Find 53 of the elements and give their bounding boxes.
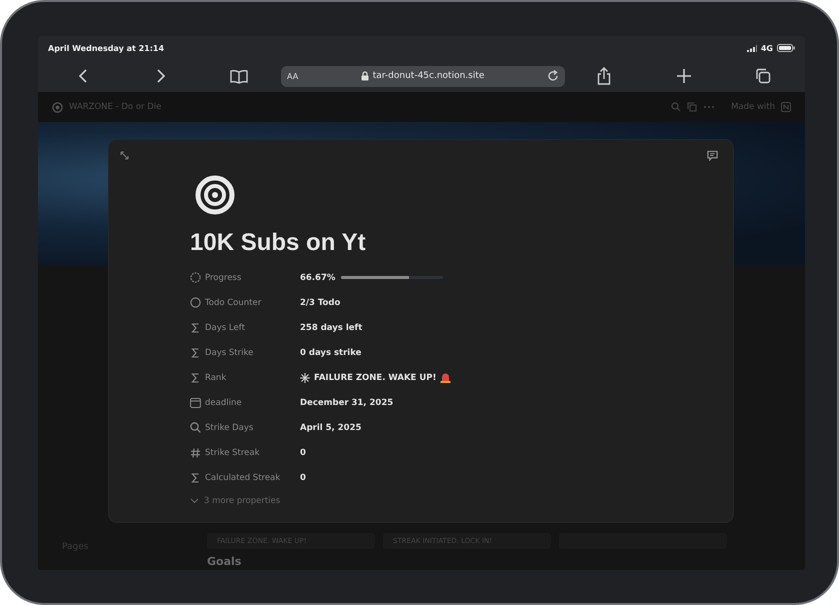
- back-icon[interactable]: [78, 68, 88, 84]
- siren-icon: [440, 372, 452, 382]
- property-value: FAILURE ZONE. WAKE UP!: [314, 372, 436, 382]
- text-size-button[interactable]: AA: [287, 72, 298, 80]
- calendar-icon: [190, 398, 201, 408]
- section-heading: Goals: [207, 555, 242, 568]
- url-text: tar-donut-45c.notion.site: [372, 71, 484, 81]
- property-value: 2/3 Todo: [300, 298, 340, 308]
- expand-icon[interactable]: [120, 151, 129, 160]
- target-icon: [52, 102, 63, 112]
- lock-icon: [360, 71, 369, 81]
- dashed-circle-icon: [190, 272, 201, 283]
- property-value: April 5, 2025: [300, 422, 362, 432]
- property-value: 0 days strike: [300, 348, 362, 358]
- status-time: April Wednesday at 21:14: [48, 44, 164, 52]
- circle-icon: [190, 297, 201, 308]
- property-label: Todo Counter: [205, 298, 262, 308]
- address-bar[interactable]: AA tar-donut-45c.notion.site: [281, 66, 565, 86]
- property-label: Calculated Streak: [205, 472, 280, 482]
- logo-icon: [781, 102, 791, 112]
- tabs-icon[interactable]: [755, 68, 771, 84]
- more-properties-toggle[interactable]: 3 more properties: [190, 490, 733, 512]
- page-title: 10K Subs on Yt: [190, 229, 367, 257]
- target-icon: [195, 175, 235, 215]
- property-value: December 31, 2025: [300, 398, 394, 408]
- comment-icon[interactable]: [707, 150, 718, 161]
- property-label: deadline: [205, 398, 242, 408]
- sigma-icon: [190, 322, 201, 332]
- property-value: 258 days left: [300, 322, 362, 332]
- property-label: Strike Days: [205, 422, 254, 432]
- sigma-icon: [190, 348, 201, 358]
- property-label: Rank: [205, 372, 226, 382]
- search-icon: [190, 422, 201, 433]
- signal-icon: [746, 44, 757, 52]
- sigma-icon: [190, 472, 201, 482]
- property-label: Days Strike: [205, 348, 254, 358]
- forward-icon[interactable]: [156, 68, 166, 84]
- sparkle-icon: [300, 372, 310, 382]
- sigma-icon: [190, 372, 201, 382]
- property-label: Progress: [205, 272, 242, 282]
- plus-icon[interactable]: [677, 69, 691, 83]
- chevron-down-icon: [190, 498, 199, 504]
- property-value: 66.67%: [300, 272, 336, 282]
- reload-icon[interactable]: [547, 70, 559, 82]
- property-label: Days Left: [205, 322, 245, 332]
- property-value: 0: [300, 472, 306, 482]
- share-icon[interactable]: [597, 67, 611, 85]
- property-label: Strike Streak: [205, 448, 260, 458]
- book-icon[interactable]: [230, 68, 248, 84]
- hash-icon: [190, 448, 201, 458]
- network-label: 4G: [760, 44, 773, 52]
- battery-icon: [777, 44, 795, 52]
- property-value: 0: [300, 448, 306, 458]
